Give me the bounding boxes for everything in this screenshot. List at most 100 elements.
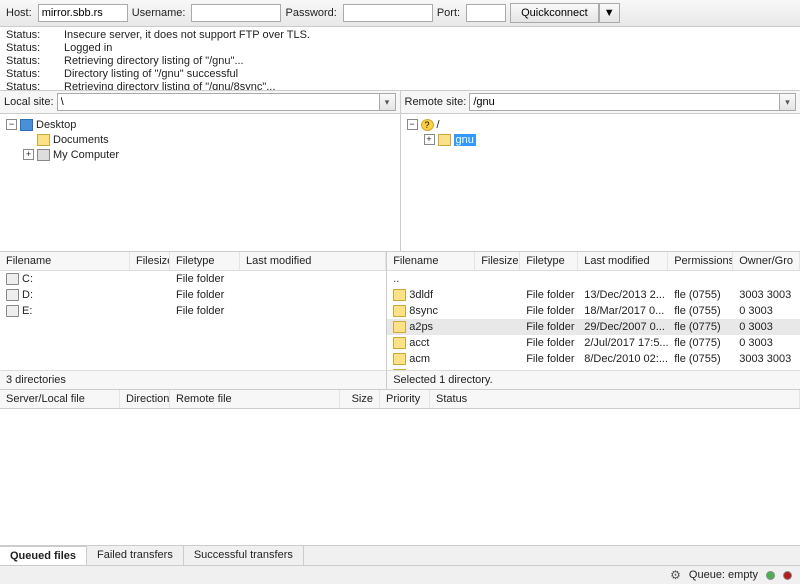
log-message: Directory listing of "/gnu" successful <box>64 68 238 81</box>
indicator-red-icon <box>783 571 792 580</box>
quickconnect-bar: Host: Username: Password: Port: Quickcon… <box>0 0 800 27</box>
local-tree[interactable]: − Desktop Documents + My Computer <box>0 114 401 251</box>
drive-icon <box>6 273 19 285</box>
remote-site-input[interactable] <box>469 93 780 111</box>
tree-node-root[interactable]: / <box>437 119 440 131</box>
computer-icon <box>37 149 50 161</box>
log-label: Status: <box>6 29 46 42</box>
queue-status: Queue: empty <box>689 569 758 581</box>
remote-tree[interactable]: −?/ +gnu <box>401 114 800 251</box>
col-filename[interactable]: Filename <box>387 252 475 270</box>
queue-header[interactable]: Server/Local file Direction Remote file … <box>0 389 800 409</box>
local-listing: Filename Filesize Filetype Last modified… <box>0 252 387 389</box>
tree-node-mycomputer[interactable]: My Computer <box>53 149 119 161</box>
tree-expand-icon[interactable]: + <box>23 149 34 160</box>
tree-collapse-icon[interactable]: − <box>6 119 17 130</box>
col-status[interactable]: Status <box>430 390 800 408</box>
col-filename[interactable]: Filename <box>0 252 130 270</box>
col-direction[interactable]: Direction <box>120 390 170 408</box>
folder-icon <box>393 337 406 349</box>
password-label: Password: <box>285 7 336 19</box>
site-path-bar: Local site: ▾ Remote site: ▾ <box>0 91 800 114</box>
tree-expand-icon[interactable]: + <box>424 134 435 145</box>
list-item[interactable]: 8syncFile folder18/Mar/2017 0...fle (075… <box>387 303 800 319</box>
remote-listing-footer: Selected 1 directory. <box>387 370 800 389</box>
tab-queued[interactable]: Queued files <box>0 546 87 565</box>
list-item[interactable]: acmFile folder8/Dec/2010 02:...fle (0755… <box>387 351 800 367</box>
list-item[interactable]: E:File folder <box>0 303 386 319</box>
gear-icon[interactable]: ⚙ <box>670 568 681 582</box>
log-message: Insecure server, it does not support FTP… <box>64 29 310 42</box>
port-label: Port: <box>437 7 460 19</box>
col-priority[interactable]: Priority <box>380 390 430 408</box>
col-filetype[interactable]: Filetype <box>170 252 240 270</box>
drive-icon <box>6 305 19 317</box>
password-input[interactable] <box>343 4 433 22</box>
col-serverfile[interactable]: Server/Local file <box>0 390 120 408</box>
username-label: Username: <box>132 7 186 19</box>
log-message: Retrieving directory listing of "/gnu"..… <box>64 55 244 68</box>
local-listing-header[interactable]: Filename Filesize Filetype Last modified <box>0 252 386 271</box>
file-listings: Filename Filesize Filetype Last modified… <box>0 252 800 389</box>
tree-node-desktop[interactable]: Desktop <box>36 119 76 131</box>
remote-site-bar: Remote site: ▾ <box>401 91 800 113</box>
tab-successful[interactable]: Successful transfers <box>184 546 304 565</box>
drive-icon <box>6 289 19 301</box>
list-item[interactable]: .. <box>387 271 800 287</box>
desktop-icon <box>20 119 33 131</box>
log-label: Status: <box>6 55 46 68</box>
list-item[interactable]: 3dldfFile folder13/Dec/2013 2...fle (075… <box>387 287 800 303</box>
status-bar: ⚙ Queue: empty <box>0 565 800 584</box>
local-listing-body[interactable]: C:File folderD:File folderE:File folder <box>0 271 386 370</box>
tree-node-gnu[interactable]: gnu <box>454 134 476 146</box>
local-site-input[interactable] <box>57 93 380 111</box>
col-remotefile[interactable]: Remote file <box>170 390 340 408</box>
queue-body[interactable] <box>0 409 800 546</box>
quickconnect-dropdown[interactable]: ▼ <box>599 3 620 23</box>
col-filesize[interactable]: Filesize <box>475 252 520 270</box>
local-site-dropdown[interactable]: ▾ <box>380 93 396 111</box>
list-item[interactable]: a2psFile folder29/Dec/2007 0...fle (0775… <box>387 319 800 335</box>
quickconnect-button[interactable]: Quickconnect <box>510 3 599 23</box>
log-message: Retrieving directory listing of "/gnu/8s… <box>64 81 275 91</box>
message-log: Status: Insecure server, it does not supp… <box>0 27 800 91</box>
col-lastmod[interactable]: Last modified <box>578 252 668 270</box>
remote-listing-body[interactable]: ..3dldfFile folder13/Dec/2013 2...fle (0… <box>387 271 800 370</box>
local-site-bar: Local site: ▾ <box>0 91 401 113</box>
port-input[interactable] <box>466 4 506 22</box>
folder-icon <box>37 134 50 146</box>
list-item[interactable]: C:File folder <box>0 271 386 287</box>
transfer-tabs: Queued files Failed transfers Successful… <box>0 545 800 565</box>
tree-node-documents[interactable]: Documents <box>53 134 109 146</box>
log-message: Logged in <box>64 42 112 55</box>
remote-listing: Filename Filesize Filetype Last modified… <box>387 252 800 389</box>
folder-icon <box>393 305 406 317</box>
col-owner[interactable]: Owner/Gro <box>733 252 800 270</box>
remote-site-label: Remote site: <box>405 96 467 108</box>
list-item[interactable]: D:File folder <box>0 287 386 303</box>
local-listing-footer: 3 directories <box>0 370 386 389</box>
username-input[interactable] <box>191 4 281 22</box>
folder-open-icon <box>438 134 451 146</box>
remote-listing-header[interactable]: Filename Filesize Filetype Last modified… <box>387 252 800 271</box>
col-filesize[interactable]: Filesize <box>130 252 170 270</box>
log-label: Status: <box>6 68 46 81</box>
col-permissions[interactable]: Permissions <box>668 252 733 270</box>
list-item[interactable]: acctFile folder2/Jul/2017 17:5...fle (07… <box>387 335 800 351</box>
indicator-green-icon <box>766 571 775 580</box>
col-size[interactable]: Size <box>340 390 380 408</box>
folder-icon <box>393 321 406 333</box>
local-site-label: Local site: <box>4 96 54 108</box>
folder-icon <box>393 353 406 365</box>
directory-trees: −Desktop Documents +My Computer −?/ +gnu <box>0 114 800 252</box>
col-filetype[interactable]: Filetype <box>520 252 578 270</box>
host-label: Host: <box>6 7 32 19</box>
log-label: Status: <box>6 81 46 91</box>
tab-failed[interactable]: Failed transfers <box>87 546 184 565</box>
col-lastmod[interactable]: Last modified <box>240 252 386 270</box>
remote-site-dropdown[interactable]: ▾ <box>780 93 796 111</box>
folder-icon <box>393 289 406 301</box>
log-label: Status: <box>6 42 46 55</box>
tree-collapse-icon[interactable]: − <box>407 119 418 130</box>
host-input[interactable] <box>38 4 128 22</box>
